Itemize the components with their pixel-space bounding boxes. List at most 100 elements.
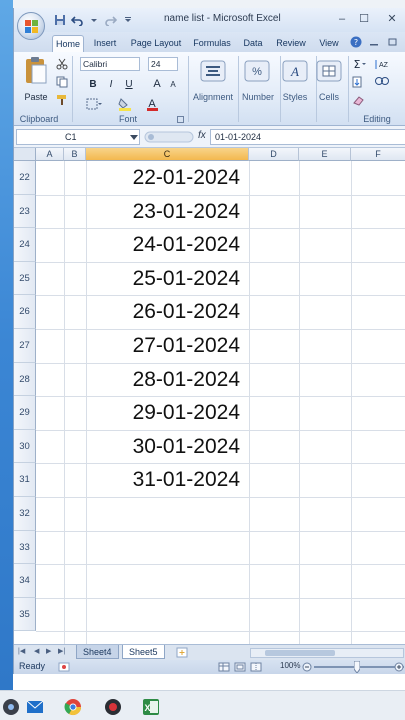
borders-icon[interactable]: [86, 98, 102, 110]
find-select-icon[interactable]: [374, 76, 392, 88]
cell-c[interactable]: 24-01-2024: [86, 228, 244, 262]
row-header[interactable]: 25: [14, 261, 36, 296]
grow-font-button[interactable]: A: [150, 78, 164, 91]
cell-c[interactable]: 25-01-2024: [86, 262, 244, 296]
column-header-b[interactable]: B: [64, 148, 86, 161]
undo-dropdown-icon[interactable]: [88, 14, 100, 26]
cell-c[interactable]: 28-01-2024: [86, 363, 244, 397]
cell-c[interactable]: 26-01-2024: [86, 295, 244, 329]
sort-filter-icon[interactable]: AZ: [374, 58, 392, 70]
tab-formulas[interactable]: Formulas: [190, 35, 234, 52]
sheet-nav-first-icon[interactable]: |◀: [18, 647, 25, 655]
row-header[interactable]: 35: [14, 597, 36, 632]
cut-icon[interactable]: [56, 58, 68, 70]
tab-view[interactable]: View: [314, 35, 344, 52]
column-header-d[interactable]: D: [249, 148, 299, 161]
row-header[interactable]: 26: [14, 295, 36, 329]
row-header[interactable]: 28: [14, 362, 36, 397]
row-header[interactable]: 29: [14, 396, 36, 430]
horizontal-scrollbar[interactable]: [250, 648, 404, 658]
cells-icon[interactable]: [316, 60, 342, 82]
cells-label[interactable]: Cells: [314, 92, 344, 102]
ribbon-restore-icon[interactable]: [386, 36, 398, 48]
sheet-nav-next-icon[interactable]: ▶: [46, 647, 51, 655]
bold-button[interactable]: B: [86, 78, 100, 91]
normal-view-icon[interactable]: [218, 662, 230, 672]
minimize-button[interactable]: –: [332, 11, 352, 27]
save-icon[interactable]: [54, 14, 66, 26]
row-header[interactable]: 34: [14, 564, 36, 598]
font-dialog-launcher-icon[interactable]: [177, 116, 184, 123]
taskbar-app-icon[interactable]: [2, 698, 20, 716]
row-header[interactable]: 24: [14, 228, 36, 262]
mail-icon[interactable]: [26, 698, 44, 716]
cell-c[interactable]: 27-01-2024: [86, 329, 244, 363]
cell-c[interactable]: 22-01-2024: [86, 161, 244, 195]
row-header[interactable]: 31: [14, 463, 36, 497]
zoom-out-icon[interactable]: [302, 662, 312, 672]
sheet-tab-sheet4[interactable]: Sheet4: [76, 645, 119, 659]
cell-c[interactable]: 31-01-2024: [86, 463, 244, 497]
column-header-a[interactable]: A: [36, 148, 64, 161]
tab-page-layout[interactable]: Page Layout: [126, 35, 186, 52]
sheet-tab-sheet5[interactable]: Sheet5: [122, 645, 165, 659]
sheet-nav-last-icon[interactable]: ▶|: [58, 647, 65, 655]
row-header[interactable]: 32: [14, 497, 36, 531]
horizontal-scroll-thumb[interactable]: [265, 650, 335, 656]
office-button[interactable]: [17, 12, 45, 40]
underline-button[interactable]: U: [122, 78, 136, 91]
formula-bar-splitter-icon[interactable]: [144, 131, 194, 143]
row-header[interactable]: 22: [14, 161, 36, 195]
select-all-corner[interactable]: [14, 148, 36, 161]
page-layout-view-icon[interactable]: [234, 662, 246, 672]
excel-taskbar-icon[interactable]: X: [142, 698, 160, 716]
number-label[interactable]: Number: [240, 92, 276, 102]
name-box-dropdown-icon[interactable]: [130, 135, 138, 141]
chrome-icon[interactable]: [64, 698, 82, 716]
shrink-font-button[interactable]: A: [166, 78, 180, 91]
redo-icon[interactable]: [105, 14, 117, 26]
copy-icon[interactable]: [56, 76, 68, 88]
font-name-combo[interactable]: Calibri: [80, 57, 140, 71]
tab-insert[interactable]: Insert: [88, 35, 122, 52]
tab-review[interactable]: Review: [272, 35, 310, 52]
insert-function-button[interactable]: fx: [198, 130, 206, 141]
help-icon[interactable]: ?: [350, 36, 362, 48]
column-header-c[interactable]: C: [86, 148, 249, 161]
italic-button[interactable]: I: [104, 78, 118, 91]
zoom-slider-thumb-icon[interactable]: [354, 661, 360, 673]
column-header-e[interactable]: E: [299, 148, 351, 161]
row-header[interactable]: 27: [14, 329, 36, 363]
cell-c[interactable]: 30-01-2024: [86, 430, 244, 464]
maximize-button[interactable]: ☐: [354, 11, 374, 27]
font-color-icon[interactable]: A: [146, 97, 164, 111]
autosum-icon[interactable]: Σ: [352, 58, 366, 70]
recorder-icon[interactable]: [104, 698, 122, 716]
styles-label[interactable]: Styles: [280, 92, 310, 102]
paste-icon[interactable]: [24, 56, 48, 86]
undo-icon[interactable]: [71, 14, 83, 26]
cell-c[interactable]: 23-01-2024: [86, 195, 244, 229]
sheet-nav-prev-icon[interactable]: ◀: [34, 647, 39, 655]
formula-input[interactable]: 01-01-2024: [210, 129, 405, 145]
cell-c[interactable]: [86, 531, 244, 565]
ribbon-minimize-icon[interactable]: [368, 36, 380, 48]
zoom-level[interactable]: 100%: [280, 661, 300, 670]
number-format-icon[interactable]: %: [244, 60, 270, 82]
cell-c[interactable]: [86, 564, 244, 598]
format-painter-icon[interactable]: [56, 94, 68, 106]
row-header[interactable]: 33: [14, 530, 36, 565]
zoom-in-icon[interactable]: [394, 662, 404, 672]
name-box[interactable]: C1: [16, 129, 140, 145]
paste-label[interactable]: Paste: [22, 92, 50, 102]
fill-icon[interactable]: [352, 76, 366, 88]
row-header[interactable]: 30: [14, 429, 36, 464]
cell-c[interactable]: 29-01-2024: [86, 396, 244, 430]
clear-icon[interactable]: [352, 94, 366, 106]
page-break-view-icon[interactable]: [250, 662, 262, 672]
cell-c[interactable]: [86, 598, 244, 632]
row-header[interactable]: 23: [14, 194, 36, 229]
customize-toolbar-icon[interactable]: [122, 14, 134, 26]
tab-home[interactable]: Home: [52, 35, 84, 52]
macro-record-icon[interactable]: [58, 662, 70, 672]
